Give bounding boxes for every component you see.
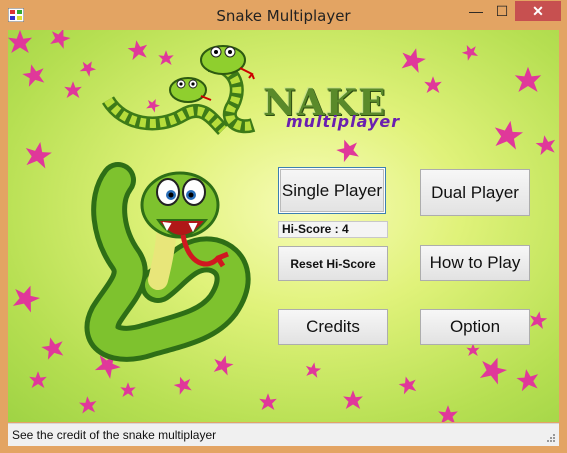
hiscore-label: Hi-Score : 4	[278, 221, 388, 238]
credits-button[interactable]: Credits	[278, 309, 388, 345]
app-window: Snake Multiplayer — ☐ ✕ NAKE multiplayer…	[0, 0, 567, 453]
reset-hiscore-button[interactable]: Reset Hi-Score	[278, 246, 388, 281]
main-panel: NAKE multiplayer Single Player Hi-Score …	[8, 30, 559, 422]
maximize-button[interactable]: ☐	[489, 1, 515, 21]
status-bar: See the credit of the snake multiplayer	[8, 423, 559, 446]
single-player-button[interactable]: Single Player	[278, 167, 386, 214]
title-bar[interactable]: Snake Multiplayer — ☐ ✕	[0, 0, 567, 30]
minimize-button[interactable]: —	[463, 1, 489, 21]
status-text: See the credit of the snake multiplayer	[12, 428, 217, 442]
option-button[interactable]: Option	[420, 309, 530, 345]
how-to-play-button[interactable]: How to Play	[420, 245, 530, 281]
dual-player-button[interactable]: Dual Player	[420, 169, 530, 216]
close-button[interactable]: ✕	[515, 1, 561, 21]
resize-grip-icon[interactable]	[546, 433, 556, 443]
logo-snakes-image	[102, 45, 256, 135]
logo-subtitle: multiplayer	[286, 112, 401, 131]
snake-mascot-image	[84, 162, 251, 362]
